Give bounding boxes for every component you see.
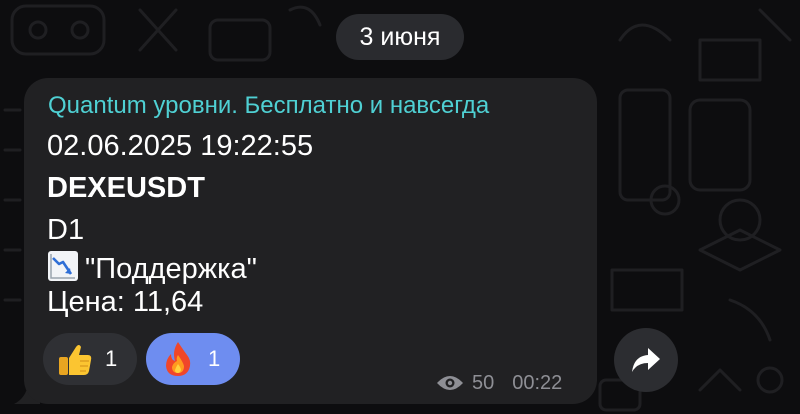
eye-icon xyxy=(437,376,463,390)
share-button[interactable] xyxy=(614,328,678,392)
fire-icon xyxy=(166,342,191,376)
message-symbol: DEXEUSDT xyxy=(47,172,205,204)
chat-view: 3 июня Quantum уровни. Бесплатно и навсе… xyxy=(0,0,800,414)
reaction-count: 1 xyxy=(105,346,118,371)
reaction-fire[interactable]: 1 xyxy=(146,333,240,385)
message-time: 00:22 xyxy=(512,371,563,394)
message-meta: 50 00:22 xyxy=(436,370,562,396)
share-arrow-icon xyxy=(632,348,660,372)
message-price: Цена: 11,64 xyxy=(47,286,204,318)
message-signal-line: "Поддержка" xyxy=(47,250,257,286)
date-divider: 3 июня xyxy=(336,14,464,60)
message-datetime: 02.06.2025 19:22:55 xyxy=(47,130,314,162)
chart-decreasing-icon xyxy=(48,251,78,281)
view-count: 50 xyxy=(472,371,495,394)
thumbs-up-icon xyxy=(59,345,92,375)
message-timeframe: D1 xyxy=(47,214,85,246)
reaction-count: 1 xyxy=(208,346,221,371)
reaction-thumbs-up[interactable]: 1 xyxy=(43,333,137,385)
message-signal: "Поддержка" xyxy=(85,253,257,285)
message-author[interactable]: Quantum уровни. Бесплатно и навсегда xyxy=(48,92,489,120)
